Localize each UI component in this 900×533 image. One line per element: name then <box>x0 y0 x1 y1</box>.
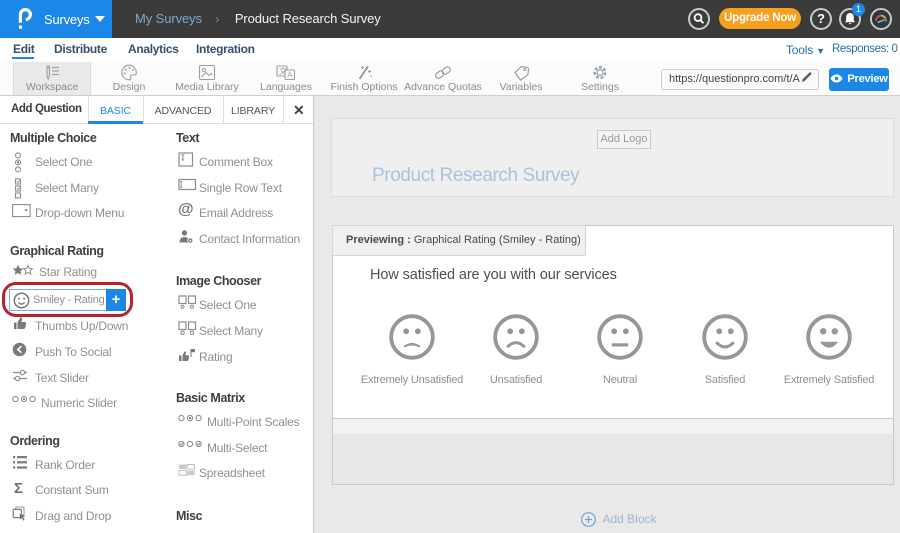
svg-text:A: A <box>287 71 293 80</box>
